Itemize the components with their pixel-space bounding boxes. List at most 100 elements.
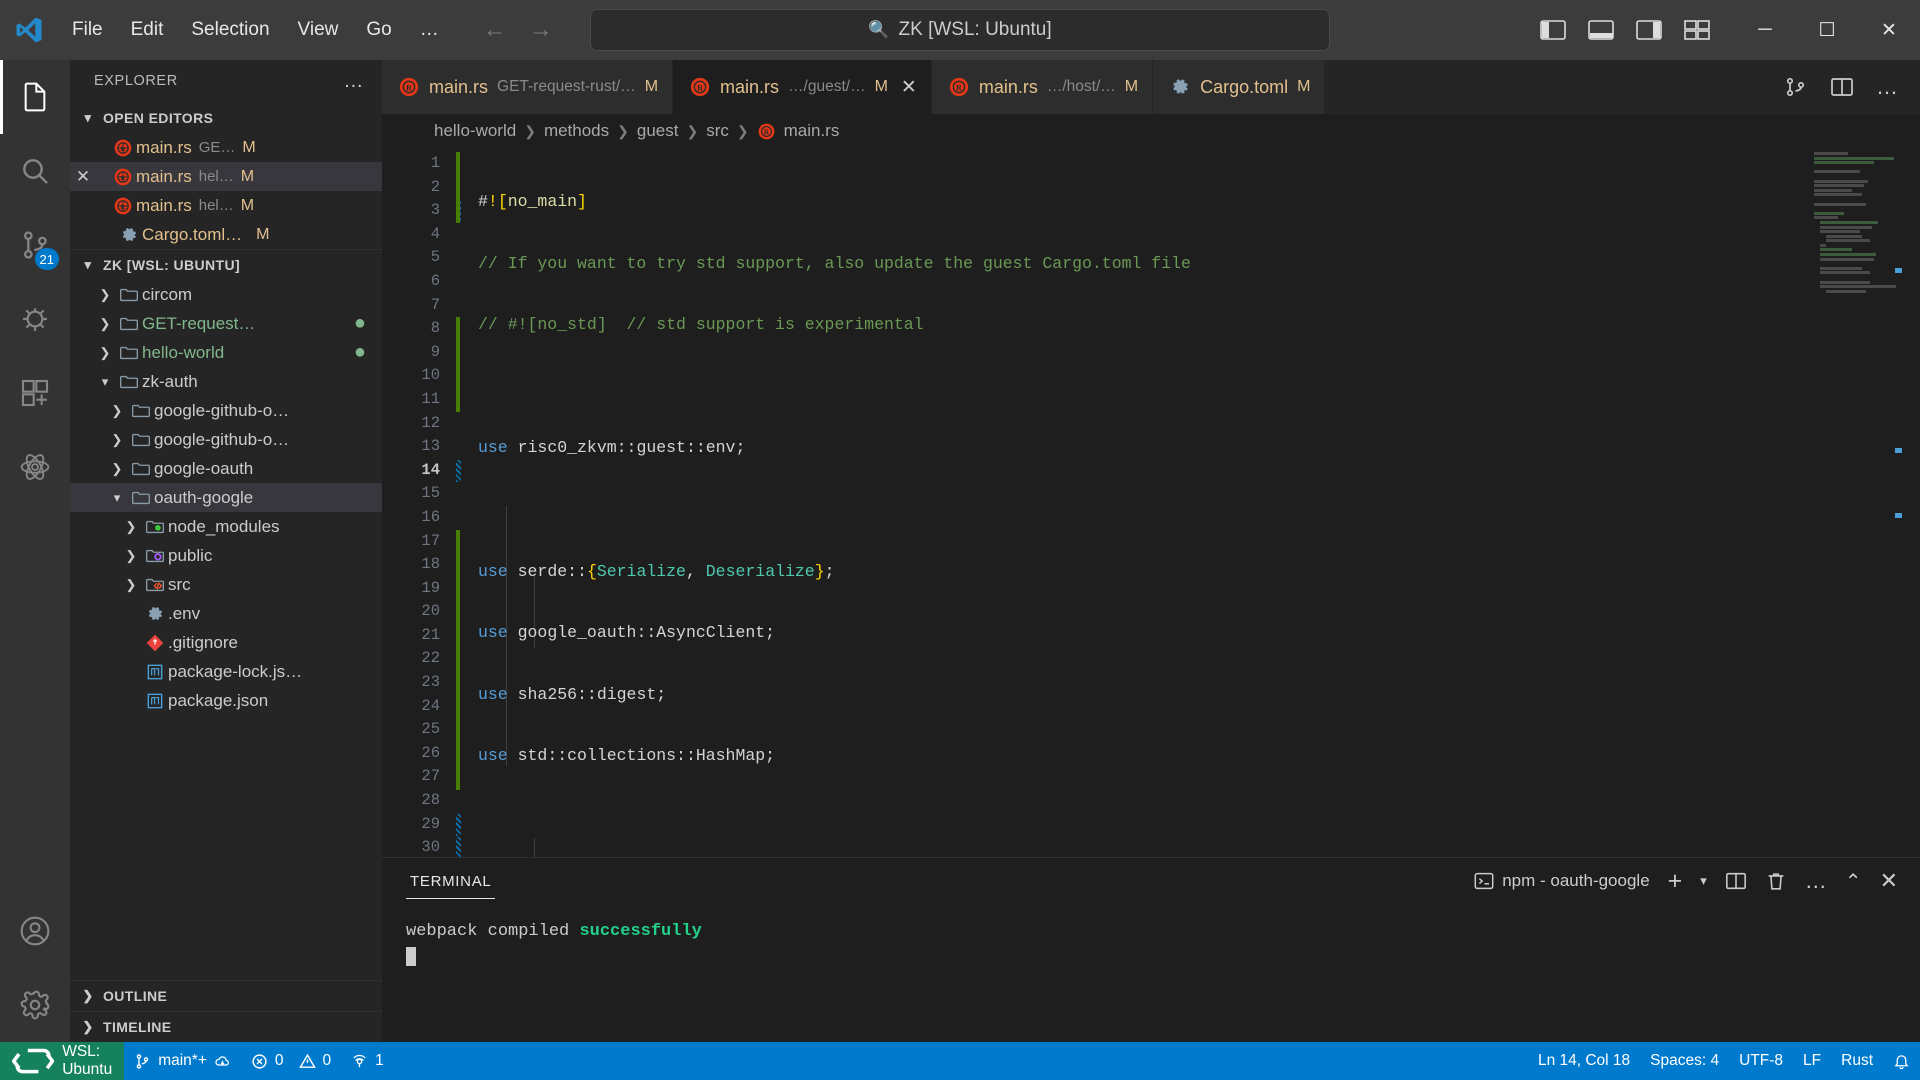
terminal-selector[interactable]: npm - oauth-google [1473, 870, 1650, 892]
split-terminal-icon[interactable] [1725, 870, 1747, 892]
chevron-down-icon[interactable]: ▾ [94, 374, 116, 390]
status-indentation[interactable]: Spaces: 4 [1640, 1042, 1729, 1080]
section-timeline[interactable]: ❯ TIMELINE [70, 1011, 382, 1042]
breadcrumb-part-0[interactable]: hello-world [434, 121, 516, 141]
tab-main-rs-get-request[interactable]: R main.rs GET-request-rust/… M [382, 60, 674, 114]
menu-file[interactable]: File [58, 13, 117, 47]
tree-item-gitignore[interactable]: .gitignore [70, 628, 382, 657]
tree-item-package-lock-json[interactable]: package-lock.js… [70, 657, 382, 686]
breadcrumb-file[interactable]: main.rs [784, 121, 840, 141]
sync-cloud-icon[interactable] [214, 1053, 231, 1070]
chevron-down-icon[interactable]: ▾ [106, 490, 128, 506]
tree-item-hello-world[interactable]: ❯ hello-world ● [70, 338, 382, 367]
status-encoding[interactable]: UTF-8 [1729, 1042, 1793, 1080]
activity-item-explorer[interactable] [0, 60, 70, 134]
tab-main-rs-host[interactable]: R main.rs …/host/… M [931, 60, 1154, 114]
panel-more-actions-icon[interactable]: … [1805, 868, 1827, 894]
minimize-button[interactable]: ─ [1734, 0, 1796, 60]
menu-view[interactable]: View [284, 13, 353, 47]
status-ports[interactable]: 1 [341, 1042, 394, 1080]
activity-item-source-control[interactable]: 21 [0, 208, 70, 282]
close-icon[interactable]: ✕ [70, 167, 96, 187]
chevron-right-icon[interactable]: ❯ [94, 316, 116, 332]
chevron-right-icon[interactable]: ❯ [106, 403, 128, 419]
sidebar-more-actions-icon[interactable]: … [343, 70, 372, 93]
activity-item-settings[interactable] [0, 968, 70, 1042]
tree-item-circom[interactable]: ❯ circom [70, 280, 382, 309]
arrow-right-icon[interactable]: → [529, 18, 553, 42]
editor-vertical-scrollbar[interactable] [1904, 148, 1920, 857]
trash-icon[interactable] [1765, 870, 1787, 892]
toggle-panel-icon[interactable] [1588, 19, 1614, 41]
menu-more[interactable]: … [406, 13, 453, 47]
section-open-editors[interactable]: ▾ OPEN EDITORS [70, 102, 382, 133]
chevron-down-icon[interactable]: ▾ [1700, 873, 1707, 889]
status-branch[interactable]: main*+ [124, 1042, 241, 1080]
new-terminal-button[interactable]: + [1668, 868, 1683, 894]
tab-cargo-toml[interactable]: Cargo.toml M [1153, 60, 1326, 114]
activity-item-extensions[interactable] [0, 356, 70, 430]
section-workspace[interactable]: ▾ ZK [WSL: UBUNTU] [70, 249, 382, 280]
status-eol[interactable]: LF [1793, 1042, 1831, 1080]
status-notifications[interactable] [1883, 1042, 1920, 1080]
toggle-primary-sidebar-icon[interactable] [1540, 19, 1566, 41]
code-content[interactable]: #![no_main] // If you want to try std su… [456, 148, 1920, 857]
open-editor-item[interactable]: R main.rs hel… M [70, 191, 382, 220]
editor-more-actions-icon[interactable]: … [1876, 74, 1898, 100]
code-editor[interactable]: 1 2 3 4 5 6 7 8 9 10 11 12 13 14 15 16 1 [382, 148, 1920, 857]
close-panel-icon[interactable]: ✕ [1880, 868, 1898, 894]
tree-item-get-request[interactable]: ❯ GET-request… ● [70, 309, 382, 338]
arrow-left-icon[interactable]: ← [483, 18, 507, 42]
chevron-right-icon[interactable]: ❯ [94, 345, 116, 361]
activity-item-run-and-debug[interactable] [0, 282, 70, 356]
status-language-mode[interactable]: Rust [1831, 1042, 1883, 1080]
activity-item-accounts[interactable] [0, 894, 70, 968]
terminal-output[interactable]: webpack compiled successfully [382, 904, 1920, 1042]
maximize-panel-icon[interactable]: ⌃ [1845, 869, 1862, 894]
breadcrumb-part-2[interactable]: guest [637, 121, 679, 141]
tab-close-icon[interactable]: ✕ [901, 76, 917, 99]
tree-item-src[interactable]: ❯ src [70, 570, 382, 599]
tree-item-oauth-google[interactable]: ▾ oauth-google [70, 483, 382, 512]
tree-item-google-oauth[interactable]: ❯ google-oauth [70, 454, 382, 483]
source-control-graph-icon[interactable] [1784, 76, 1808, 98]
tree-item-package-json[interactable]: package.json [70, 686, 382, 715]
status-cursor-position[interactable]: Ln 14, Col 18 [1528, 1042, 1640, 1080]
toggle-secondary-sidebar-icon[interactable] [1636, 19, 1662, 41]
source-control-badge: 21 [34, 248, 59, 270]
menu-selection[interactable]: Selection [177, 13, 283, 47]
tree-item-node-modules[interactable]: ❯ node_modules [70, 512, 382, 541]
split-editor-icon[interactable] [1830, 76, 1854, 98]
maximize-button[interactable]: ☐ [1796, 0, 1858, 60]
command-center[interactable]: 🔍 ZK [WSL: Ubuntu] [590, 9, 1330, 51]
tree-item-env[interactable]: .env [70, 599, 382, 628]
minimap[interactable] [1810, 148, 1904, 857]
status-problems[interactable]: 0 0 [241, 1042, 341, 1080]
chevron-right-icon[interactable]: ❯ [106, 461, 128, 477]
tree-item-public[interactable]: ❯ public [70, 541, 382, 570]
chevron-right-icon[interactable]: ❯ [106, 432, 128, 448]
close-button[interactable]: ✕ [1858, 0, 1920, 60]
breadcrumb-part-3[interactable]: src [706, 121, 729, 141]
chevron-right-icon[interactable]: ❯ [120, 519, 142, 535]
open-editor-item[interactable]: ✕ R main.rs hel… M [70, 162, 382, 191]
tree-item-google-github-o-1[interactable]: ❯ google-github-o… [70, 396, 382, 425]
open-editor-item[interactable]: Cargo.toml… M [70, 220, 382, 249]
breadcrumb-part-1[interactable]: methods [544, 121, 609, 141]
chevron-right-icon[interactable]: ❯ [120, 577, 142, 593]
tab-terminal[interactable]: TERMINAL [406, 873, 496, 899]
chevron-right-icon[interactable]: ❯ [120, 548, 142, 564]
tree-item-google-github-o-2[interactable]: ❯ google-github-o… [70, 425, 382, 454]
open-editor-item[interactable]: R main.rs GE… M [70, 133, 382, 162]
status-remote-indicator[interactable]: WSL: Ubuntu [0, 1042, 125, 1080]
tree-item-zk-auth[interactable]: ▾ zk-auth [70, 367, 382, 396]
customize-layout-icon[interactable] [1684, 19, 1710, 41]
activity-item-search[interactable] [0, 134, 70, 208]
tab-main-rs-guest[interactable]: R main.rs …/guest/… M ✕ [673, 60, 932, 114]
menu-edit[interactable]: Edit [117, 13, 178, 47]
section-outline[interactable]: ❯ OUTLINE [70, 980, 382, 1011]
chevron-right-icon[interactable]: ❯ [94, 287, 116, 303]
activity-item-react-devtools[interactable] [0, 430, 70, 504]
line-number: 29 [382, 813, 461, 837]
menu-go[interactable]: Go [352, 13, 405, 47]
